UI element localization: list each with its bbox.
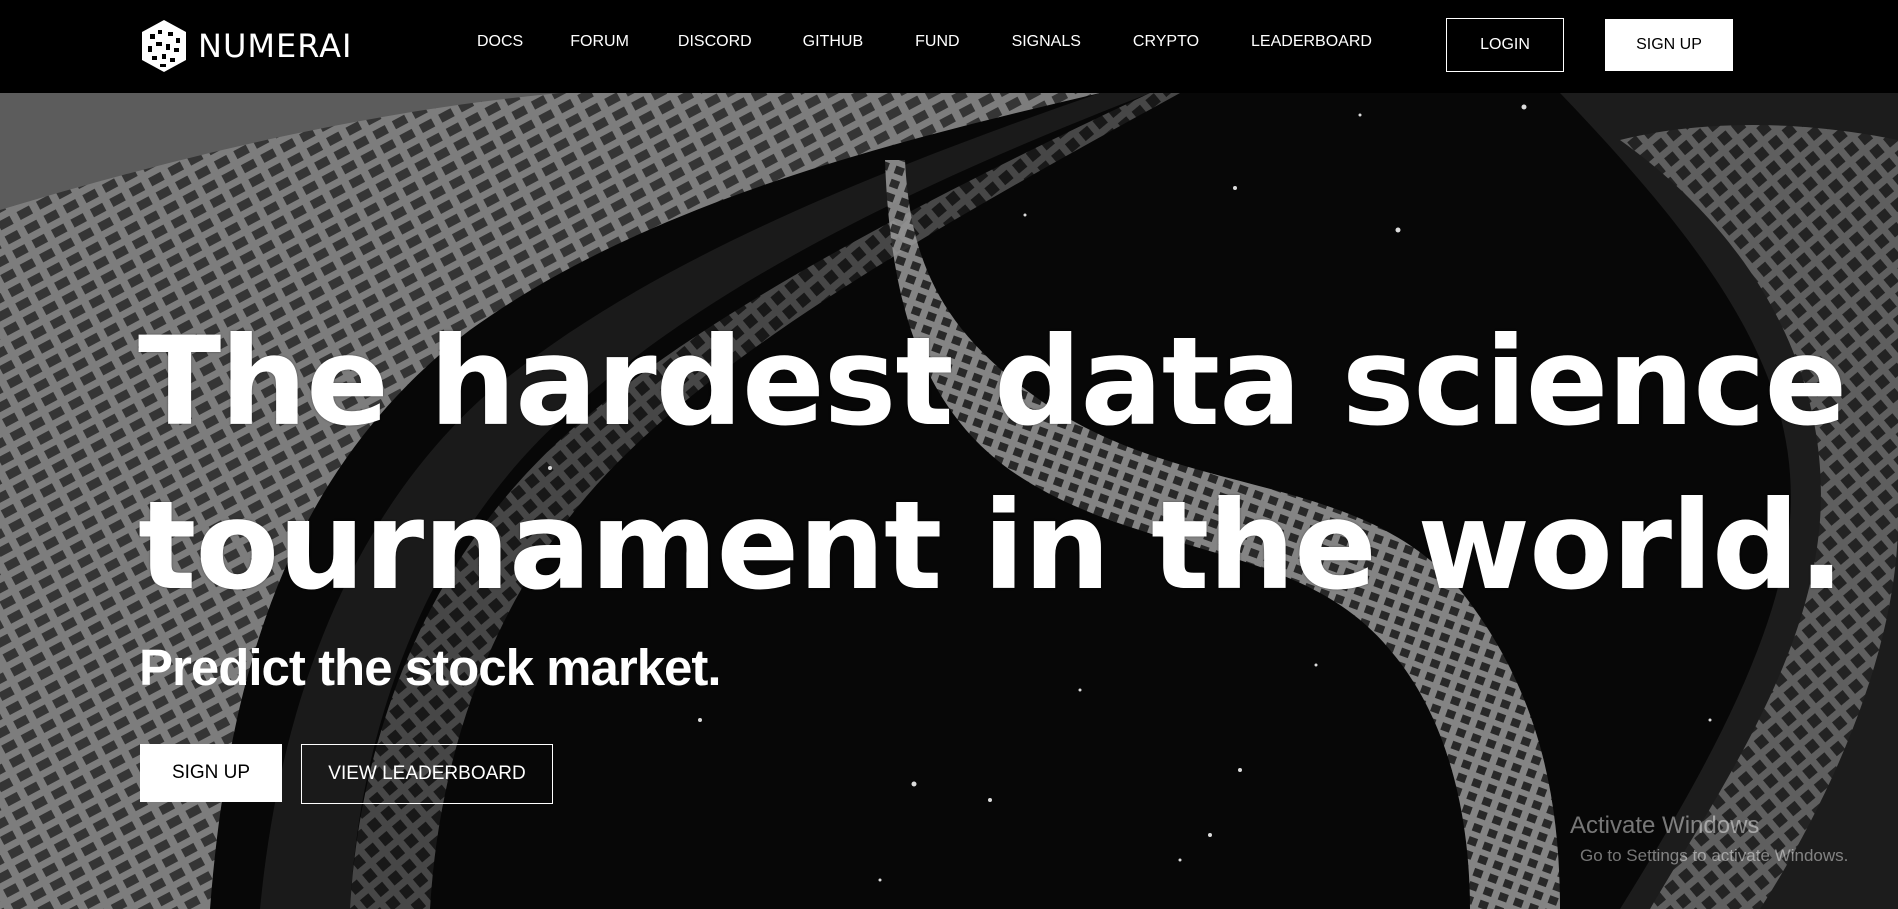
hero-title: The hardest data science tournament in t… (138, 300, 1847, 628)
hero-title-line-2: tournament in the world. (138, 475, 1845, 617)
top-navbar: NUMERAI DOCS FORUM DISCORD GITHUB FUND S… (0, 0, 1898, 93)
numerai-cube-logo-icon (142, 20, 186, 72)
view-leaderboard-button[interactable]: VIEW LEADERBOARD (301, 744, 553, 804)
nav-link-discord[interactable]: DISCORD (678, 33, 752, 51)
nav-link-fund[interactable]: FUND (915, 33, 959, 51)
brand-name: NUMERAI (198, 27, 353, 65)
nav-link-docs[interactable]: DOCS (477, 33, 523, 51)
signup-button-hero[interactable]: SIGN UP (140, 744, 282, 802)
nav-link-github[interactable]: GITHUB (803, 33, 863, 51)
watermark-title: Activate Windows (1570, 812, 1760, 839)
hero-subtitle: Predict the stock market. (139, 639, 722, 696)
nav-link-forum[interactable]: FORUM (570, 33, 629, 51)
nav-links: DOCS FORUM DISCORD GITHUB FUND SIGNALS C… (477, 33, 1372, 51)
activate-windows-watermark: Activate Windows Go to Settings to activ… (1570, 812, 1848, 866)
brand-logo[interactable]: NUMERAI (140, 18, 352, 74)
login-button[interactable]: LOGIN (1446, 18, 1564, 72)
nav-link-leaderboard[interactable]: LEADERBOARD (1251, 33, 1372, 51)
watermark-subtitle: Go to Settings to activate Windows. (1580, 846, 1849, 865)
hero-title-line-1: The hardest data science (138, 311, 1847, 453)
signup-button-nav[interactable]: SIGN UP (1605, 19, 1733, 71)
nav-link-signals[interactable]: SIGNALS (1012, 33, 1081, 51)
page: NUMERAI DOCS FORUM DISCORD GITHUB FUND S… (0, 0, 1898, 909)
nav-link-crypto[interactable]: CRYPTO (1133, 33, 1199, 51)
